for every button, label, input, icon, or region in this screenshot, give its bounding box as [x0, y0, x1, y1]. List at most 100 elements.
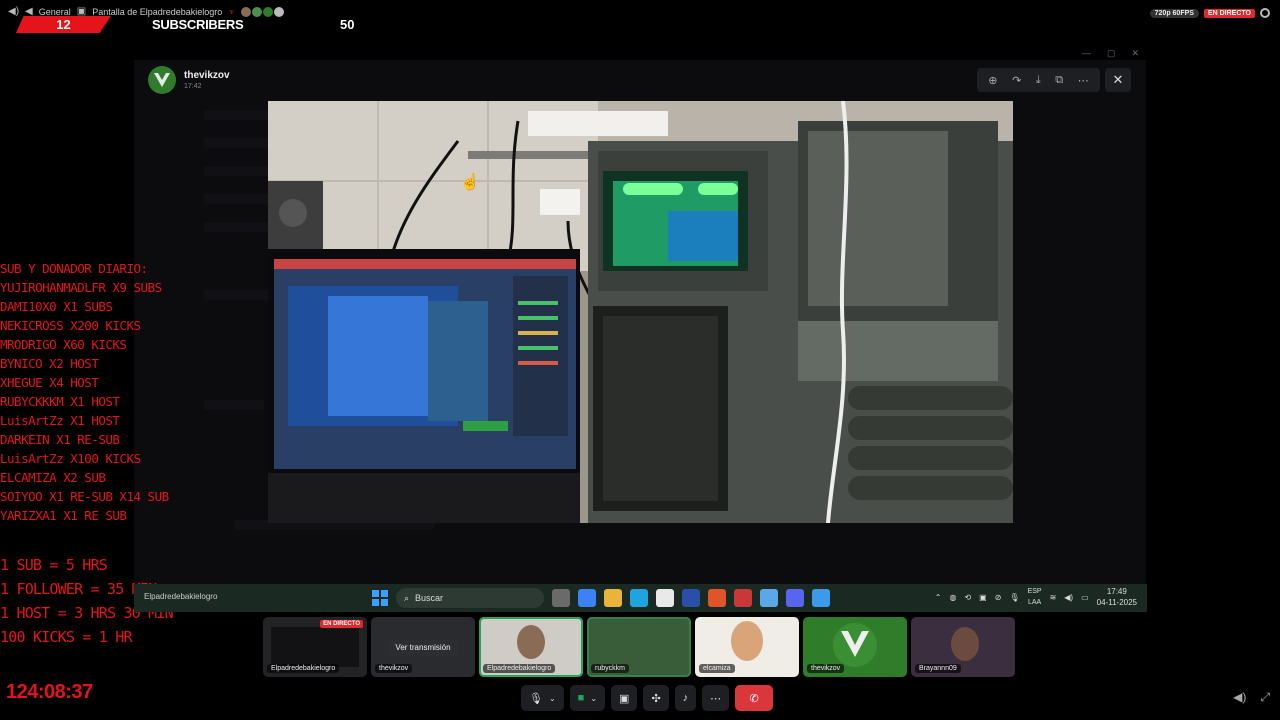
file-explorer-icon[interactable]	[604, 589, 622, 607]
sync-icon[interactable]: ⟲	[964, 593, 971, 602]
activities-button[interactable]: ✣	[643, 685, 669, 711]
clock-date: 04-11-2025	[1096, 598, 1137, 607]
avatar[interactable]	[148, 66, 176, 94]
participant-tiles: EN DIRECTO Elpadredebakielogro Ver trans…	[263, 617, 1015, 677]
microphone-icon[interactable]: 🎙	[1009, 593, 1019, 602]
chevron-up-icon[interactable]: ⌃	[935, 593, 942, 602]
donor-line: LuisArtZz X100 KICKS	[0, 451, 141, 466]
participant-name: rubyckkm	[591, 664, 629, 673]
screen-share-title: Pantalla de Elpadredebakielogro	[92, 6, 223, 17]
close-viewer-button[interactable]: ✕	[1105, 68, 1131, 92]
system-tray: ⌃ ◍ ⟲ ▣ ⊘ 🎙 ESP LAA ≋ ◀) ▭ 17:49 04-11-2…	[935, 586, 1137, 608]
windows-taskbar: Elpadredebakielogro ⌕ Buscar ⌃ ◍ ⟲ ▣ ⊘ 🎙…	[134, 584, 1147, 612]
discord-icon[interactable]	[786, 589, 804, 607]
participant-tile[interactable]: Ver transmisión thevikzov	[371, 617, 475, 677]
avatar	[263, 6, 274, 17]
participant-name: Elpadredebakielogro	[483, 664, 556, 673]
upload-time: 17:42	[184, 83, 202, 90]
mute-icon[interactable]: ⊘	[995, 593, 1002, 602]
participant-tile[interactable]: elcamiza	[695, 617, 799, 677]
app-l-icon[interactable]	[682, 589, 700, 607]
tray-app-icon[interactable]: ▣	[979, 593, 987, 602]
activities-icon: ✣	[651, 692, 661, 705]
uploader-name[interactable]: thevikzov	[184, 70, 230, 81]
open-external-icon[interactable]: ⧉	[1055, 74, 1063, 87]
avatar	[241, 6, 252, 17]
store-icon[interactable]	[656, 589, 674, 607]
participant-name: Elpadredebakielogro	[267, 664, 340, 673]
chevron-down-icon: ⌄	[548, 693, 556, 703]
close-window-icon[interactable]: ✕	[1132, 48, 1140, 59]
donor-line: SUB Y DONADOR DIARIO:	[0, 261, 148, 276]
shield-app-icon[interactable]	[734, 589, 752, 607]
watch-stream-button[interactable]: Ver transmisión	[387, 638, 459, 656]
brave-browser-icon[interactable]	[708, 589, 726, 607]
donor-line: ELCAMIZA X2 SUB	[0, 470, 106, 485]
pc-setup-photo	[268, 101, 1013, 523]
search-placeholder: Buscar	[415, 593, 444, 603]
zoom-icon[interactable]: ⊕	[988, 74, 997, 87]
participant-tile[interactable]: Elpadredebakielogro	[479, 617, 583, 677]
edge-browser-icon[interactable]	[630, 589, 648, 607]
participant-tile[interactable]: Brayannn09	[911, 617, 1015, 677]
tray-app-icon[interactable]: ◍	[949, 593, 956, 602]
subscriber-goal-overlay: 12 SUBSCRIBERS 50	[16, 16, 396, 33]
more-options-icon[interactable]: ⋯	[1078, 74, 1089, 87]
microphone-icon: 🎙	[529, 692, 543, 705]
avatar	[274, 6, 285, 17]
participant-tile[interactable]: thevikzov	[803, 617, 907, 677]
wifi-icon[interactable]: ≋	[1050, 593, 1057, 602]
camera-button[interactable]: ■ ⌄	[569, 685, 606, 711]
forward-icon[interactable]: ↷	[1012, 74, 1021, 87]
battery-icon[interactable]: ▭	[1081, 593, 1089, 602]
screen-share-icon: ▣	[619, 692, 630, 705]
image-viewer-toolbar: ⊕ ↷ ⤓ ⧉ ⋯	[977, 68, 1100, 92]
shared-photo	[268, 101, 1013, 523]
soundboard-button[interactable]: ♪	[674, 685, 697, 711]
app-icon[interactable]	[760, 589, 778, 607]
subscriber-label: SUBSCRIBERS	[152, 17, 244, 32]
task-view-icon[interactable]	[552, 589, 570, 607]
more-options-button[interactable]: ⋯	[702, 685, 730, 711]
donor-line: MRODRIGO X60 KICKS	[0, 337, 127, 352]
viewer-avatars[interactable]	[241, 6, 285, 17]
bottom-right-controls: ◀) ⤢	[1233, 690, 1270, 705]
language-code: ESP	[1027, 588, 1042, 595]
disconnect-button[interactable]: ✆	[735, 685, 774, 711]
taskbar-search[interactable]: ⌕ Buscar	[396, 588, 544, 608]
app-icon[interactable]	[812, 589, 830, 607]
keyboard-layout: LAA	[1027, 599, 1042, 606]
rate-line: 1 SUB = 5 HRS	[0, 556, 108, 574]
volume-icon[interactable]: ◀)	[1233, 690, 1246, 705]
chat-icon[interactable]	[1260, 8, 1270, 18]
taskbar-clock[interactable]: 17:49 04-11-2025	[1097, 586, 1137, 608]
subscriber-goal: 50	[340, 17, 355, 32]
search-icon: ⌕	[404, 592, 410, 603]
window-controls: — ▢ ✕	[1082, 48, 1139, 59]
language-indicator[interactable]: ESP LAA	[1028, 586, 1042, 608]
subathon-timer: 124:08:37	[6, 681, 93, 703]
participant-name: thevikzov	[375, 664, 413, 673]
donor-line: YUJIROHANMADLFR X9 SUBS	[0, 280, 162, 295]
participant-name: Brayannn09	[915, 664, 961, 673]
windows-start-icon[interactable]	[372, 590, 388, 606]
stream-quality-badge: 720p 60FPS	[1149, 8, 1199, 18]
donor-list-overlay: SUB Y DONADOR DIARIO: YUJIROHANMADLFR X9…	[0, 259, 230, 525]
microphone-button[interactable]: 🎙 ⌄	[521, 685, 564, 711]
donor-line: BYNICO X2 HOST	[0, 356, 99, 371]
channel-name[interactable]: General	[39, 7, 71, 17]
download-icon[interactable]: ⤓	[1036, 74, 1041, 87]
donor-line: RUBYCKKKM X1 HOST	[0, 394, 120, 409]
share-screen-button[interactable]: ▣	[611, 685, 638, 711]
minimize-icon[interactable]: —	[1082, 48, 1091, 59]
fullscreen-icon[interactable]: ⤢	[1260, 690, 1270, 705]
taskbar-apps	[552, 589, 830, 607]
participant-tile[interactable]: rubyckkm	[587, 617, 691, 677]
copilot-icon[interactable]	[578, 589, 596, 607]
participant-tile[interactable]: EN DIRECTO Elpadredebakielogro	[263, 617, 367, 677]
donor-line: DAMI10X0 X1 SUBS	[0, 299, 113, 314]
soundboard-icon: ♪	[682, 692, 689, 704]
volume-icon[interactable]: ◀)	[1064, 593, 1073, 602]
avatar	[252, 6, 263, 17]
maximize-icon[interactable]: ▢	[1107, 48, 1116, 59]
